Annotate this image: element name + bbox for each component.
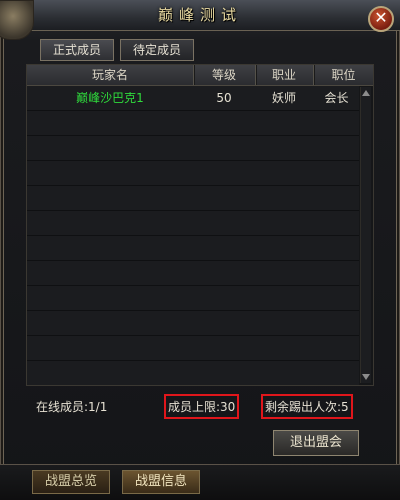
member-list <box>27 86 359 385</box>
leave-guild-button[interactable]: 退出盟会 <box>273 430 359 456</box>
tab-guild-overview[interactable]: 战盟总览 <box>32 470 110 494</box>
online-members-text: 在线成员:1/1 <box>36 400 108 414</box>
table-header: 玩家名 等级 职业 职位 <box>27 65 373 86</box>
scroll-up-icon[interactable] <box>362 90 370 96</box>
member-name: 巅峰沙巴克1 <box>76 91 144 105</box>
tab-formal-members[interactable]: 正式成员 <box>40 39 114 61</box>
member-limit-text: 成员上限:30 <box>164 394 240 419</box>
window-title: 巅峰测试 <box>157 6 242 24</box>
tab-pending-members[interactable]: 待定成员 <box>120 39 194 61</box>
column-header-level[interactable]: 等级 <box>194 65 254 85</box>
column-header-class[interactable]: 职业 <box>256 65 312 85</box>
column-header-position[interactable]: 职位 <box>314 65 373 85</box>
member-class: 妖师 <box>271 91 296 105</box>
column-header-name[interactable]: 玩家名 <box>27 65 193 85</box>
title-bar: 巅峰测试 ✕ <box>0 0 400 40</box>
member-level: 50 <box>216 91 232 105</box>
member-table: 玩家名 等级 职业 职位 巅峰沙巴克1 50 妖师 会长 <box>26 64 374 386</box>
scrollbar[interactable] <box>360 87 371 383</box>
kicks-remaining-text: 剩余踢出人次:5 <box>261 394 353 419</box>
close-icon[interactable]: ✕ <box>368 6 394 32</box>
member-position: 会长 <box>324 91 349 105</box>
tab-guild-info[interactable]: 战盟信息 <box>122 470 200 494</box>
scroll-down-icon[interactable] <box>362 374 370 380</box>
